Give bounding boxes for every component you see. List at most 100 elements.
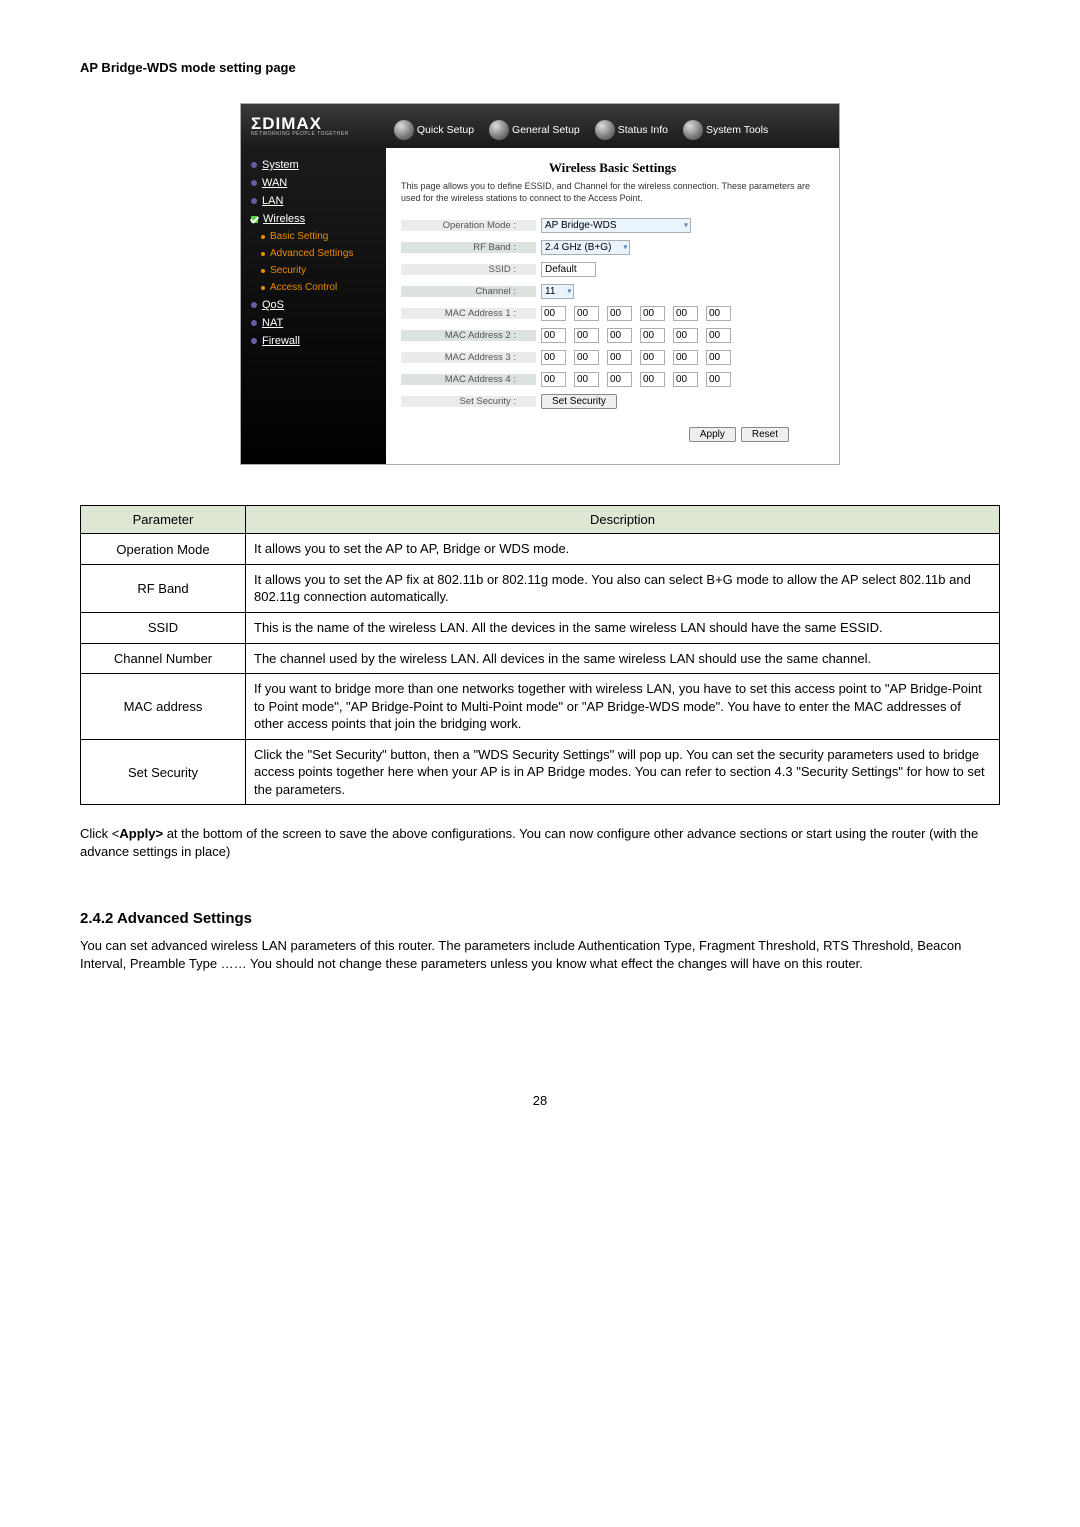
table-row: Set SecurityClick the "Set Security" but…: [81, 739, 1000, 805]
bullet-icon: [261, 235, 265, 239]
mac3-octet[interactable]: [640, 350, 665, 365]
parameter-table: Parameter Description Operation ModeIt a…: [80, 505, 1000, 805]
chevron-down-icon: ▾: [684, 221, 688, 230]
tab-general-setup[interactable]: General Setup: [489, 120, 580, 148]
mac1-octet[interactable]: [607, 306, 632, 321]
tab-status-info[interactable]: Status Info: [595, 120, 668, 148]
row-operation-mode: Operation Mode : AP Bridge-WDS ▾: [401, 214, 824, 236]
mac3-octet[interactable]: [574, 350, 599, 365]
sphere-icon: [394, 120, 414, 140]
sidebar-sub-label: Basic Setting: [270, 231, 328, 242]
bullet-icon: [261, 269, 265, 273]
sphere-icon: [595, 120, 615, 140]
sidebar-basic-setting[interactable]: Basic Setting: [241, 228, 386, 245]
after-bold: Apply>: [119, 826, 163, 841]
operation-mode-select[interactable]: AP Bridge-WDS ▾: [541, 218, 691, 233]
mac4-octet[interactable]: [673, 372, 698, 387]
tab-label: General Setup: [512, 124, 580, 136]
sidebar-system[interactable]: System: [241, 156, 386, 174]
sidebar-nat[interactable]: NAT: [241, 314, 386, 332]
desc-cell: This is the name of the wireless LAN. Al…: [246, 613, 1000, 644]
mac1-octet[interactable]: [706, 306, 731, 321]
table-header-parameter: Parameter: [81, 506, 246, 534]
set-security-button[interactable]: Set Security: [541, 394, 617, 409]
mac1-octet[interactable]: [574, 306, 599, 321]
section-body-text: You can set advanced wireless LAN parame…: [80, 937, 1000, 972]
doc-heading: AP Bridge-WDS mode setting page: [80, 60, 1000, 75]
sidebar-qos[interactable]: QoS: [241, 296, 386, 314]
sidebar-firewall[interactable]: Firewall: [241, 332, 386, 350]
mac2-octet[interactable]: [541, 328, 566, 343]
table-row: RF BandIt allows you to set the AP fix a…: [81, 564, 1000, 612]
bullet-icon: [251, 198, 257, 204]
chevron-down-icon: ▾: [567, 287, 571, 296]
sidebar-wan[interactable]: WAN: [241, 174, 386, 192]
sidebar: System WAN LAN Wireless Basic Setting Ad…: [241, 148, 386, 464]
logo-tagline: NETWORKING PEOPLE TOGETHER: [251, 132, 349, 137]
mac1-octet[interactable]: [673, 306, 698, 321]
sidebar-sub-label: Access Control: [270, 282, 337, 293]
logo-text: ΣDIMAX: [251, 115, 349, 132]
row-mac1: MAC Address 1 :: [401, 302, 824, 324]
reset-button[interactable]: Reset: [741, 427, 789, 442]
sidebar-security[interactable]: Security: [241, 262, 386, 279]
mac2-octet[interactable]: [574, 328, 599, 343]
apply-button[interactable]: Apply: [689, 427, 736, 442]
action-row: Apply Reset: [401, 427, 824, 442]
tab-quick-setup[interactable]: Quick Setup: [394, 120, 474, 148]
sidebar-lan[interactable]: LAN: [241, 192, 386, 210]
mac2-octet[interactable]: [607, 328, 632, 343]
after-rest: at the bottom of the screen to save the …: [80, 826, 978, 859]
sidebar-label: NAT: [262, 317, 283, 329]
mac4-octet[interactable]: [706, 372, 731, 387]
sidebar-wireless[interactable]: Wireless: [241, 210, 386, 228]
mac4-octet[interactable]: [640, 372, 665, 387]
mac3-octet[interactable]: [673, 350, 698, 365]
bullet-icon: [261, 286, 265, 290]
select-value: AP Bridge-WDS: [545, 220, 617, 231]
label-operation-mode: Operation Mode :: [401, 220, 536, 231]
mac2-octet[interactable]: [673, 328, 698, 343]
desc-cell: If you want to bridge more than one netw…: [246, 674, 1000, 740]
param-cell: RF Band: [81, 564, 246, 612]
label-mac4: MAC Address 4 :: [401, 374, 536, 385]
rf-band-select[interactable]: 2.4 GHz (B+G) ▾: [541, 240, 630, 255]
bullet-icon: [251, 162, 257, 168]
label-channel: Channel :: [401, 286, 536, 297]
sidebar-access-control[interactable]: Access Control: [241, 279, 386, 296]
tab-system-tools[interactable]: System Tools: [683, 120, 768, 148]
label-rf-band: RF Band :: [401, 242, 536, 253]
label-set-security: Set Security :: [401, 396, 536, 407]
row-mac4: MAC Address 4 :: [401, 368, 824, 390]
tab-bar: Quick Setup General Setup Status Info Sy…: [394, 104, 768, 148]
mac3-octet[interactable]: [607, 350, 632, 365]
section-heading: 2.4.2 Advanced Settings: [80, 910, 1000, 927]
table-header-description: Description: [246, 506, 1000, 534]
select-value: 2.4 GHz (B+G): [545, 242, 611, 253]
ssid-input[interactable]: [541, 262, 596, 277]
channel-select[interactable]: 11▾: [541, 284, 574, 299]
param-cell: MAC address: [81, 674, 246, 740]
screenshot-body: System WAN LAN Wireless Basic Setting Ad…: [241, 148, 839, 464]
mac1-octet[interactable]: [541, 306, 566, 321]
sidebar-advanced-settings[interactable]: Advanced Settings: [241, 245, 386, 262]
sidebar-label: WAN: [262, 177, 287, 189]
mac2-octet[interactable]: [706, 328, 731, 343]
chevron-down-icon: ▾: [623, 243, 627, 252]
sidebar-label: System: [262, 159, 299, 171]
table-row: Channel NumberThe channel used by the wi…: [81, 643, 1000, 674]
sphere-icon: [489, 120, 509, 140]
table-row: SSIDThis is the name of the wireless LAN…: [81, 613, 1000, 644]
param-cell: Channel Number: [81, 643, 246, 674]
brand-logo: ΣDIMAX NETWORKING PEOPLE TOGETHER: [251, 115, 349, 137]
mac2-octet[interactable]: [640, 328, 665, 343]
sidebar-label: QoS: [262, 299, 284, 311]
mac3-octet[interactable]: [541, 350, 566, 365]
mac4-octet[interactable]: [574, 372, 599, 387]
mac3-octet[interactable]: [706, 350, 731, 365]
mac4-octet[interactable]: [541, 372, 566, 387]
panel-title: Wireless Basic Settings: [401, 160, 824, 176]
mac1-octet[interactable]: [640, 306, 665, 321]
sidebar-sub-label: Security: [270, 265, 306, 276]
mac4-octet[interactable]: [607, 372, 632, 387]
